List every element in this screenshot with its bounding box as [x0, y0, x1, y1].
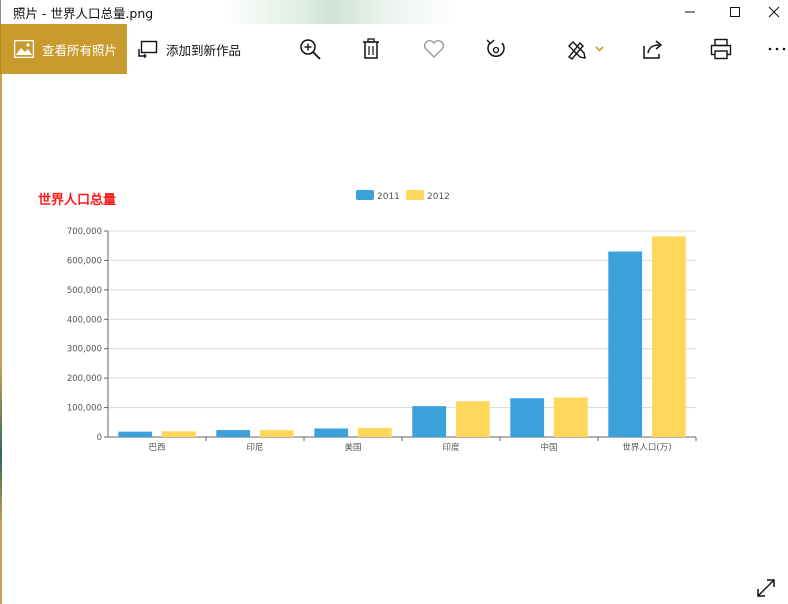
x-tick-label: 印尼 [246, 442, 263, 453]
y-tick-label: 200,000 [67, 374, 102, 384]
bar-2012-1 [259, 430, 294, 437]
x-tick-label: 印度 [442, 442, 460, 453]
y-tick-label: 600,000 [67, 256, 102, 266]
bar-2011-1 [216, 430, 251, 437]
y-tick-label: 700,000 [67, 227, 102, 237]
x-tick-label: 巴西 [148, 443, 165, 453]
bar-2011-0 [118, 431, 153, 437]
y-tick-label: 400,000 [67, 315, 102, 325]
y-tick-label: 100,000 [67, 404, 102, 414]
x-tick-label: 世界人口(万) [622, 442, 671, 453]
y-tick-label: 500,000 [67, 286, 102, 296]
bar-2011-2 [314, 428, 349, 437]
bar-2012-4 [553, 397, 588, 437]
legend-label: 2012 [427, 192, 450, 202]
bar-2012-3 [455, 401, 490, 437]
x-tick-label: 美国 [344, 442, 361, 453]
bar-2012-5 [651, 236, 686, 437]
bar-2011-3 [412, 406, 447, 437]
legend-swatch-2012 [406, 190, 424, 200]
bar-chart: 0 100,000 200,000 300,000 400,000 500,000 600,… [67, 190, 697, 453]
bar-2012-0 [161, 431, 196, 437]
legend-label: 2011 [377, 192, 400, 202]
bar-2012-2 [357, 427, 392, 437]
y-tick-label: 300,000 [67, 345, 102, 355]
bar-2011-4 [510, 398, 545, 437]
x-tick-label: 中国 [540, 442, 557, 453]
fullscreen-button[interactable] [756, 578, 776, 602]
bar-2011-5 [608, 251, 643, 437]
legend-swatch-2011 [356, 190, 374, 200]
y-tick-label: 0 [97, 433, 102, 443]
expand-icon [757, 579, 775, 597]
